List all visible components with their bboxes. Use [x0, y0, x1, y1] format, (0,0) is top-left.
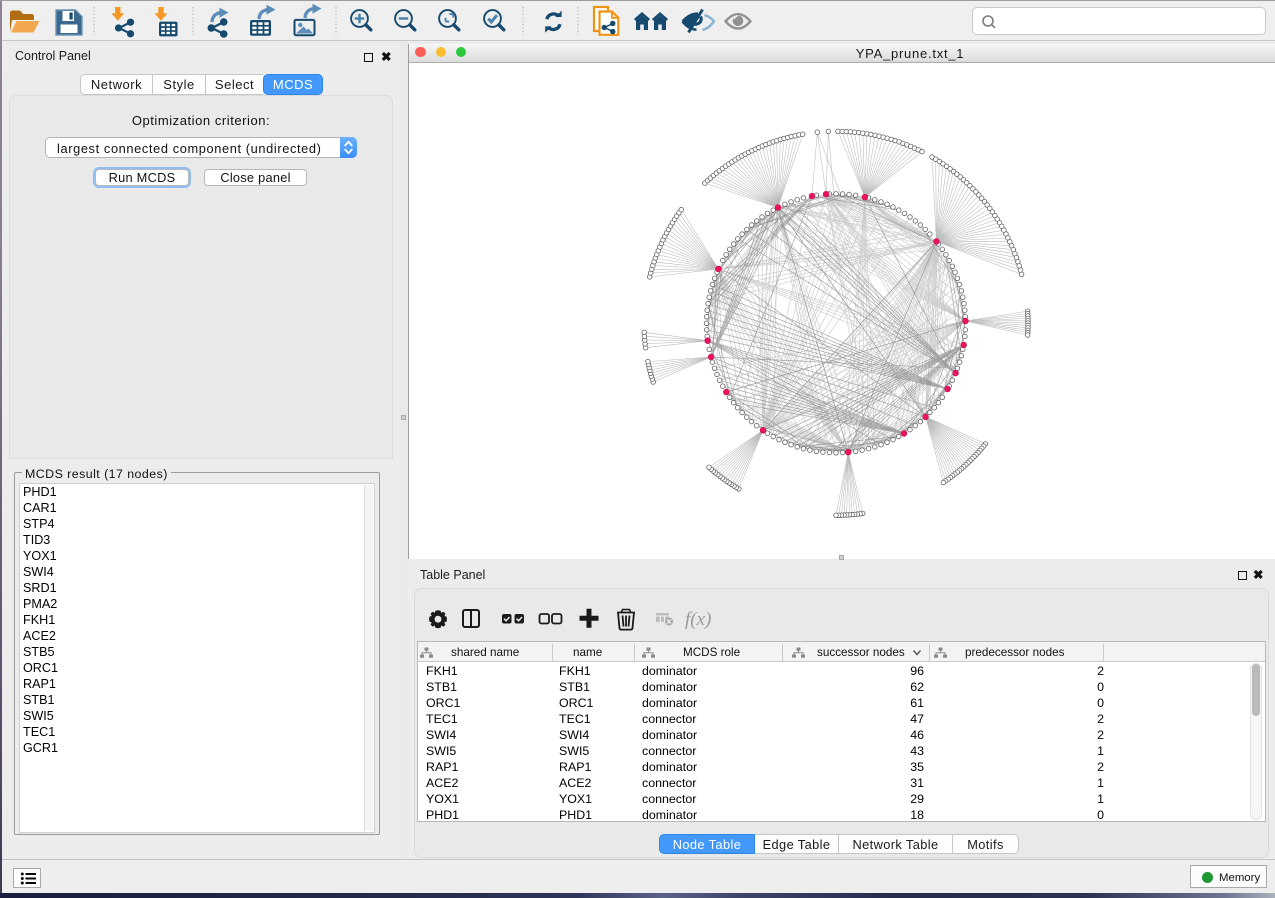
svg-text:f(x): f(x)	[685, 609, 711, 630]
